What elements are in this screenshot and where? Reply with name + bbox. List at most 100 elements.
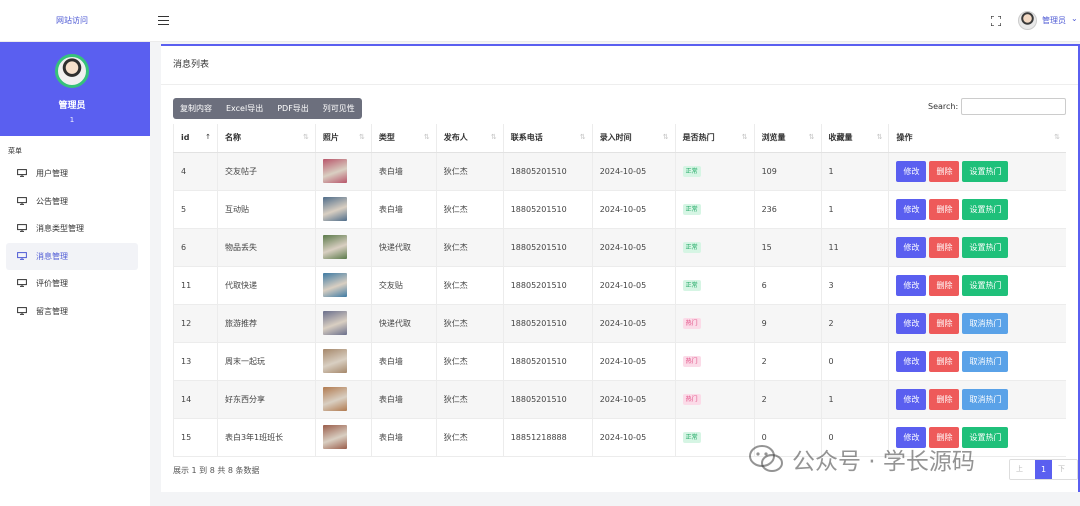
photo-thumbnail[interactable] [322, 159, 347, 183]
edit-button[interactable]: 修改 [896, 350, 927, 372]
column-header[interactable]: 照片 ⇅ [314, 124, 372, 153]
edit-button[interactable]: 修改 [896, 274, 927, 296]
cell-date: 2024-10-05 [591, 152, 676, 191]
toggle-hot-button[interactable]: 取消热门 [962, 350, 1009, 372]
edit-button[interactable]: 修改 [896, 388, 927, 410]
sidebar-item[interactable]: 消息管理 [6, 242, 138, 270]
photo-thumbnail[interactable] [322, 349, 347, 373]
delete-button[interactable]: 删除 [929, 274, 960, 296]
cell-actions: 修改 删除 取消热门 [888, 380, 1066, 419]
edit-button[interactable]: 修改 [896, 312, 927, 334]
cell-name: 表白3年1班班长 [216, 418, 316, 457]
table-row: 13 周末一起玩 表白墙 狄仁杰 18805201510 2024-10-05 热门 2 0 修改… [173, 342, 1066, 381]
column-header[interactable]: id ↑ [173, 124, 218, 153]
cell-actions: 修改 删除 设置热门 [888, 266, 1066, 305]
cell-name: 互动贴 [216, 190, 316, 229]
photo-thumbnail[interactable] [322, 387, 347, 411]
column-header[interactable]: 类型 ⇅ [370, 124, 437, 153]
photo-thumbnail[interactable] [322, 273, 347, 297]
delete-button[interactable]: 删除 [929, 160, 960, 182]
column-header[interactable]: 浏览量 ⇅ [753, 124, 822, 153]
column-header[interactable]: 发布人 ⇅ [435, 124, 504, 153]
page-1-button[interactable]: 1 [1034, 460, 1053, 479]
cell-date: 2024-10-05 [591, 304, 676, 343]
cell-id: 12 [173, 304, 218, 343]
monitor-icon [17, 196, 27, 205]
toggle-hot-button[interactable]: 设置热门 [962, 236, 1009, 258]
sidebar-item-label: 留言管理 [36, 306, 68, 316]
cell-photo [314, 152, 372, 191]
user-avatar[interactable] [1018, 11, 1037, 30]
status-badge: 正常 [682, 431, 701, 443]
column-header-label: 是否热门 [682, 133, 715, 143]
photo-thumbnail[interactable] [322, 425, 347, 449]
delete-button[interactable]: 删除 [929, 198, 960, 220]
menu-toggle-icon[interactable] [158, 16, 169, 25]
cell-publisher: 狄仁杰 [435, 342, 504, 381]
chevron-down-icon[interactable]: ⌄ [1071, 14, 1078, 23]
cell-favorites: 1 [820, 152, 889, 191]
cell-photo [314, 266, 372, 305]
sidebar-item-label: 公告管理 [36, 196, 68, 206]
cell-type: 快递代取 [370, 228, 437, 267]
cell-name: 旅游推荐 [216, 304, 316, 343]
prev-page-button[interactable]: 上页 [1010, 460, 1035, 479]
cell-favorites: 11 [820, 228, 889, 267]
cell-photo [314, 342, 372, 381]
pdf-export-button[interactable]: PDF导出 [270, 98, 316, 119]
user-menu[interactable]: 管理员 [1042, 15, 1066, 26]
sidebar-item[interactable]: 留言管理 [6, 298, 138, 325]
column-header[interactable]: 是否热门 ⇅ [674, 124, 755, 153]
cell-publisher: 狄仁杰 [435, 418, 504, 457]
cell-photo [314, 190, 372, 229]
column-header-label: id [181, 133, 190, 143]
status-badge: 正常 [682, 165, 701, 177]
column-header[interactable]: 联系电话 ⇅ [502, 124, 593, 153]
delete-button[interactable]: 删除 [929, 312, 960, 334]
toggle-hot-button[interactable]: 取消热门 [962, 388, 1009, 410]
sidebar-item[interactable]: 评价管理 [6, 270, 138, 297]
cell-photo [314, 418, 372, 457]
cell-phone: 18805201510 [502, 152, 593, 191]
delete-button[interactable]: 删除 [929, 236, 960, 258]
table-row: 14 好东西分享 表白墙 狄仁杰 18805201510 2024-10-05 热门 2 1 修改… [173, 380, 1066, 419]
fullscreen-icon[interactable] [991, 16, 1001, 26]
column-header[interactable]: 操作 ⇅ [888, 124, 1066, 153]
sidebar-item[interactable]: 公告管理 [6, 188, 138, 215]
edit-button[interactable]: 修改 [896, 198, 927, 220]
cell-type: 快递代取 [370, 304, 437, 343]
next-page-button[interactable]: 下页 [1052, 460, 1077, 479]
wechat-icon [749, 445, 783, 472]
sidebar-item[interactable]: 消息类型管理 [6, 215, 138, 242]
cell-date: 2024-10-05 [591, 266, 676, 305]
cell-phone: 18805201510 [502, 342, 593, 381]
column-header[interactable]: 录入时间 ⇅ [591, 124, 676, 153]
toggle-hot-button[interactable]: 取消热门 [962, 312, 1009, 334]
column-header[interactable]: 收藏量 ⇅ [820, 124, 889, 153]
edit-button[interactable]: 修改 [896, 160, 927, 182]
cell-views: 2 [753, 342, 822, 381]
cell-views: 2 [753, 380, 822, 419]
delete-button[interactable]: 删除 [929, 388, 960, 410]
sort-icon: ⇅ [423, 133, 430, 141]
toggle-hot-button[interactable]: 设置热门 [962, 274, 1009, 296]
delete-button[interactable]: 删除 [929, 350, 960, 372]
excel-export-button[interactable]: Excel导出 [219, 98, 270, 119]
toggle-hot-button[interactable]: 设置热门 [962, 160, 1009, 182]
column-header[interactable]: 名称 ⇅ [216, 124, 316, 153]
cell-phone: 18805201510 [502, 190, 593, 229]
column-visibility-button[interactable]: 列可见性 [316, 98, 362, 119]
site-visit-link[interactable]: 网站访问 [0, 0, 144, 42]
toggle-hot-button[interactable]: 设置热门 [962, 198, 1009, 220]
sidebar-item[interactable]: 用户管理 [6, 160, 138, 187]
photo-thumbnail[interactable] [322, 197, 347, 221]
cell-photo [314, 304, 372, 343]
cell-name: 交友帖子 [216, 152, 316, 191]
edit-button[interactable]: 修改 [896, 236, 927, 258]
photo-thumbnail[interactable] [322, 311, 347, 335]
cell-phone: 18805201510 [502, 380, 593, 419]
cell-name: 物品丢失 [216, 228, 316, 267]
copy-button[interactable]: 复制内容 [173, 98, 219, 119]
photo-thumbnail[interactable] [322, 235, 347, 259]
search-input[interactable] [961, 98, 1066, 115]
